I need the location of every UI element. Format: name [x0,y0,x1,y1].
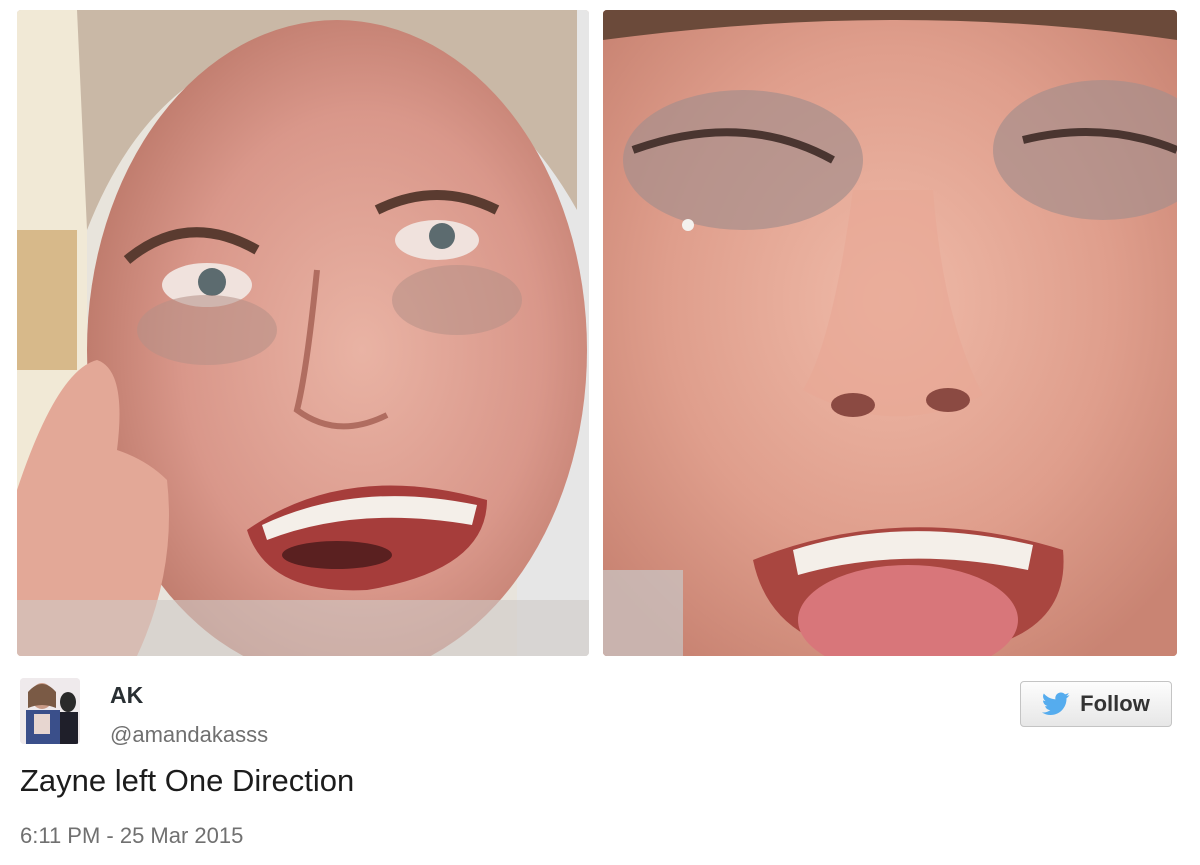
twitter-bird-icon [1042,692,1070,716]
tweet-timestamp[interactable]: 6:11 PM - 25 Mar 2015 [20,822,243,850]
follow-button[interactable]: Follow [1020,681,1172,727]
tweet-photo-2[interactable] [603,10,1177,656]
follow-label: Follow [1080,691,1150,716]
tweet-text: Zayne left One Direction [20,763,355,798]
tweet-media [17,10,1177,656]
display-name[interactable]: AK [110,682,143,708]
avatar[interactable] [20,678,80,744]
embedded-tweet: AK @amandakasss Follow Zayne left One Di… [0,0,1200,865]
tweet-photo-1[interactable] [17,10,589,656]
user-handle[interactable]: @amandakasss [110,722,268,748]
